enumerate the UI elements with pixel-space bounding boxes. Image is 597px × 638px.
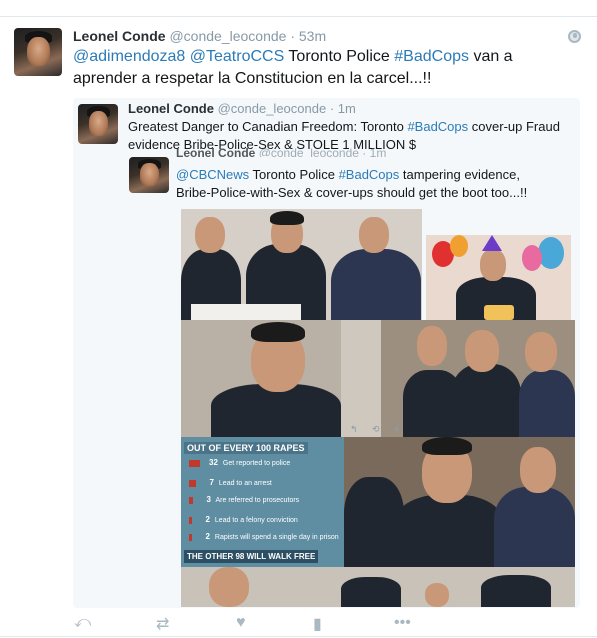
nested-quote-timestamp[interactable]: 1m bbox=[370, 147, 387, 157]
media-photo-crying[interactable] bbox=[181, 320, 575, 438]
infographic-label: Lead to a felony conviction bbox=[214, 517, 298, 524]
infographic-title: OUT OF EVERY 100 RAPES bbox=[184, 442, 308, 454]
hashtag-link[interactable]: #BadCops bbox=[394, 48, 469, 65]
infographic-label: Lead to an arrest bbox=[218, 480, 272, 487]
bottom-divider bbox=[0, 636, 597, 637]
infographic-value: 2 bbox=[205, 532, 210, 541]
infographic-label: Are referred to prosecutors bbox=[215, 497, 300, 504]
author-handle[interactable]: @conde_leoconde bbox=[169, 28, 286, 44]
author-avatar[interactable] bbox=[14, 28, 62, 76]
infographic-row: 2 Rapists will spend a single day in pri… bbox=[189, 532, 339, 542]
mention-link[interactable]: @adimendoza8 bbox=[73, 48, 185, 65]
separator: · bbox=[362, 147, 367, 157]
media-photo-police[interactable] bbox=[181, 567, 575, 607]
infographic-value: 7 bbox=[209, 478, 214, 487]
nested-quote-text-part: Toronto Police bbox=[252, 167, 335, 182]
quote-timestamp[interactable]: 1m bbox=[338, 101, 356, 116]
quote-text-part: Greatest Danger to Canadian Freedom: Tor… bbox=[128, 119, 404, 134]
infographic-value: 32 bbox=[209, 458, 218, 467]
hashtag-link[interactable]: #BadCops bbox=[339, 167, 400, 182]
separator: · bbox=[329, 101, 335, 116]
quote-author-avatar[interactable] bbox=[78, 104, 118, 144]
infographic-bar bbox=[189, 516, 192, 524]
infographic-row: 3 Are referred to prosecutors bbox=[189, 495, 299, 505]
media-photo-courtroom-2[interactable] bbox=[344, 437, 575, 567]
infographic-value: 3 bbox=[206, 495, 211, 504]
infographic-bar bbox=[189, 496, 193, 504]
infographic-bar bbox=[189, 459, 200, 467]
globe-icon bbox=[568, 30, 581, 43]
top-divider bbox=[0, 16, 597, 17]
timestamp[interactable]: 53m bbox=[299, 28, 326, 44]
separator: · bbox=[290, 28, 295, 44]
quote-author-name[interactable]: Leonel Conde bbox=[128, 101, 214, 116]
quote-header: Leonel Conde @conde_leoconde · 1m bbox=[128, 101, 356, 116]
infographic-row: 2 Lead to a felony conviction bbox=[189, 515, 298, 525]
media-photo-courtroom[interactable] bbox=[181, 209, 422, 321]
analytics-icon[interactable]: ▮ bbox=[313, 614, 322, 634]
infographic-label: Rapists will spend a single day in priso… bbox=[214, 534, 339, 541]
reply-icon[interactable]: ⤺ bbox=[74, 614, 91, 632]
more-icon[interactable]: ••• bbox=[394, 614, 411, 632]
nested-quote-author-name[interactable]: Leonel Conde bbox=[176, 147, 255, 157]
retweet-icon[interactable]: ⇄ bbox=[156, 614, 169, 634]
tweet-text-part: Toronto Police bbox=[288, 48, 390, 65]
infographic-panel: OUT OF EVERY 100 RAPES 32 Get reported t… bbox=[181, 437, 344, 567]
nested-quote-avatar[interactable] bbox=[129, 157, 169, 193]
tweet-action-bar: ⤺ ⇄ ♥ ▮ ••• bbox=[0, 614, 597, 638]
tweet-header: Leonel Conde @conde_leoconde · 53m bbox=[73, 28, 326, 44]
infographic-row: 7 Lead to an arrest bbox=[189, 478, 272, 488]
infographic-row: 32 Get reported to police bbox=[189, 458, 290, 468]
nested-quote-text: @CBCNews Toronto Police #BadCops tamperi… bbox=[176, 166, 556, 202]
quote-author-handle[interactable]: @conde_leoconde bbox=[218, 101, 327, 116]
author-name[interactable]: Leonel Conde bbox=[73, 28, 166, 44]
mention-link[interactable]: @CBCNews bbox=[176, 167, 249, 182]
tweet-text: @adimendoza8 @TeatroCCS Toronto Police #… bbox=[73, 46, 543, 90]
infographic-value: 2 bbox=[205, 515, 210, 524]
infographic-bar bbox=[189, 479, 196, 487]
hashtag-link[interactable]: #BadCops bbox=[407, 119, 468, 134]
infographic-bar bbox=[189, 533, 192, 541]
mention-link[interactable]: @TeatroCCS bbox=[190, 48, 285, 65]
media-photo-party[interactable] bbox=[426, 235, 571, 320]
nested-quote-header: Leonel Conde @conde_leoconde · 1m bbox=[176, 147, 386, 157]
infographic-footer: THE OTHER 98 WILL WALK FREE bbox=[184, 550, 319, 563]
like-icon[interactable]: ♥ bbox=[236, 614, 246, 632]
nested-quote-author-handle[interactable]: @conde_leoconde bbox=[259, 147, 359, 157]
infographic-label: Get reported to police bbox=[222, 460, 291, 467]
media-infographic[interactable]: OUT OF EVERY 100 RAPES 32 Get reported t… bbox=[181, 437, 344, 567]
media-action-icons[interactable]: ↰ ⟲ ♥ bbox=[350, 424, 422, 436]
